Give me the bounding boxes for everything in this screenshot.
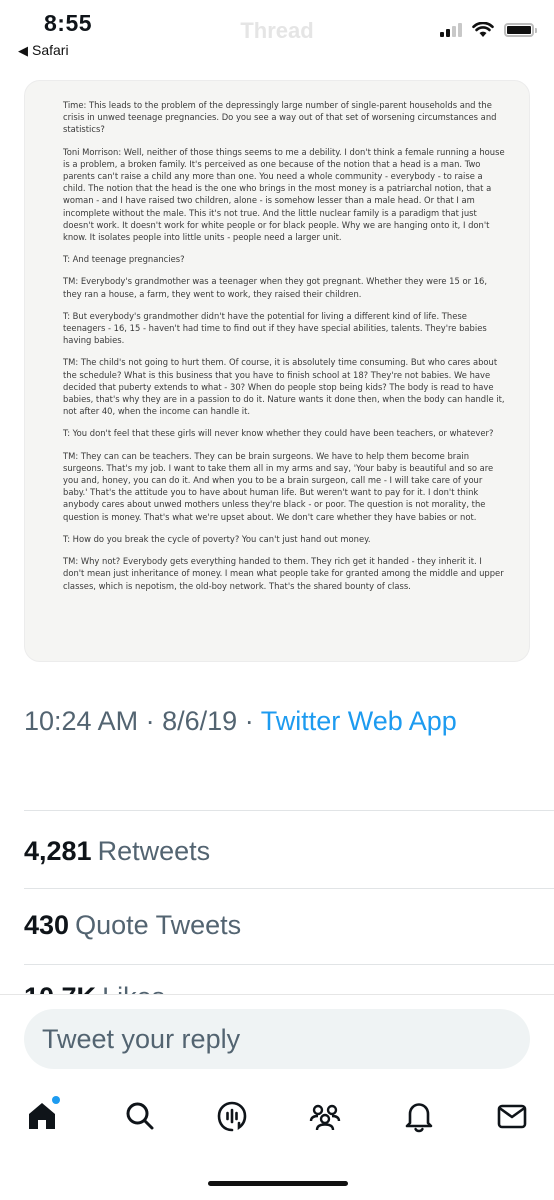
battery-icon — [504, 23, 537, 37]
back-to-safari-link[interactable]: ◀ Safari — [18, 42, 69, 59]
back-app-label: Safari — [32, 42, 69, 58]
communities-icon — [309, 1104, 341, 1131]
home-indicator[interactable] — [208, 1181, 348, 1186]
tweet-time[interactable]: 10:24 AM — [24, 706, 138, 736]
tweet-source-link[interactable]: Twitter Web App — [261, 706, 457, 736]
tweet-date[interactable]: 8/6/19 — [162, 706, 237, 736]
nav-spaces[interactable] — [212, 1096, 252, 1136]
retweets-stat[interactable]: 4,281 Retweets — [24, 836, 210, 867]
interview-paragraph: TM: Everybody's grandmother was a teenag… — [63, 276, 488, 299]
quote-tweets-label: Quote Tweets — [75, 910, 242, 940]
bottom-nav — [0, 1076, 554, 1200]
divider — [24, 810, 554, 811]
interview-paragraph: TM: The child's not going to hurt them. … — [63, 357, 505, 417]
interview-paragraph: Time: This leads to the problem of the d… — [63, 100, 497, 135]
notifications-icon — [405, 1103, 433, 1133]
messages-icon — [497, 1104, 527, 1129]
interview-paragraph: TM: They can can be teachers. They can b… — [63, 450, 494, 522]
wifi-icon — [472, 22, 494, 37]
interview-paragraph: Toni Morrison: Well, neither of those th… — [63, 146, 505, 243]
status-bar: 8:55 ◀ Safari Thread — [0, 0, 554, 66]
nav-notifications[interactable] — [399, 1096, 439, 1136]
quote-tweets-stat[interactable]: 430 Quote Tweets — [24, 910, 241, 941]
meta-separator: · — [244, 706, 254, 736]
spaces-icon — [217, 1101, 247, 1132]
search-icon — [126, 1102, 154, 1130]
interview-text: Time: This leads to the problem of the d… — [63, 99, 505, 592]
interview-paragraph: T: You don't feel that these girls will … — [63, 428, 494, 439]
reply-input[interactable] — [24, 1009, 530, 1069]
nav-home[interactable] — [22, 1096, 62, 1136]
divider — [24, 964, 554, 965]
nav-messages[interactable] — [492, 1096, 532, 1136]
tweet-image[interactable]: Time: This leads to the problem of the d… — [24, 80, 530, 662]
interview-paragraph: T: And teenage pregnancies? — [63, 254, 185, 265]
retweets-label: Retweets — [97, 836, 211, 866]
tweet-timestamp: 10:24 AM · 8/6/19 · Twitter Web App — [24, 706, 534, 737]
interview-paragraph: TM: Why not? Everybody gets everything h… — [63, 556, 504, 591]
quote-tweets-count: 430 — [24, 910, 70, 940]
cellular-signal-icon — [440, 23, 462, 37]
back-arrow-icon: ◀ — [18, 43, 28, 58]
interview-paragraph: T: But everybody's grandmother didn't ha… — [63, 310, 487, 346]
retweets-count: 4,281 — [24, 836, 92, 866]
home-icon — [29, 1103, 55, 1129]
divider — [24, 888, 554, 889]
nav-search[interactable] — [120, 1096, 160, 1136]
unread-dot — [52, 1096, 60, 1104]
interview-paragraph: T: How do you break the cycle of poverty… — [63, 533, 371, 544]
nav-communities[interactable] — [305, 1096, 345, 1136]
meta-separator: · — [145, 706, 155, 736]
status-icons — [440, 22, 537, 38]
reply-bar — [0, 994, 554, 1074]
